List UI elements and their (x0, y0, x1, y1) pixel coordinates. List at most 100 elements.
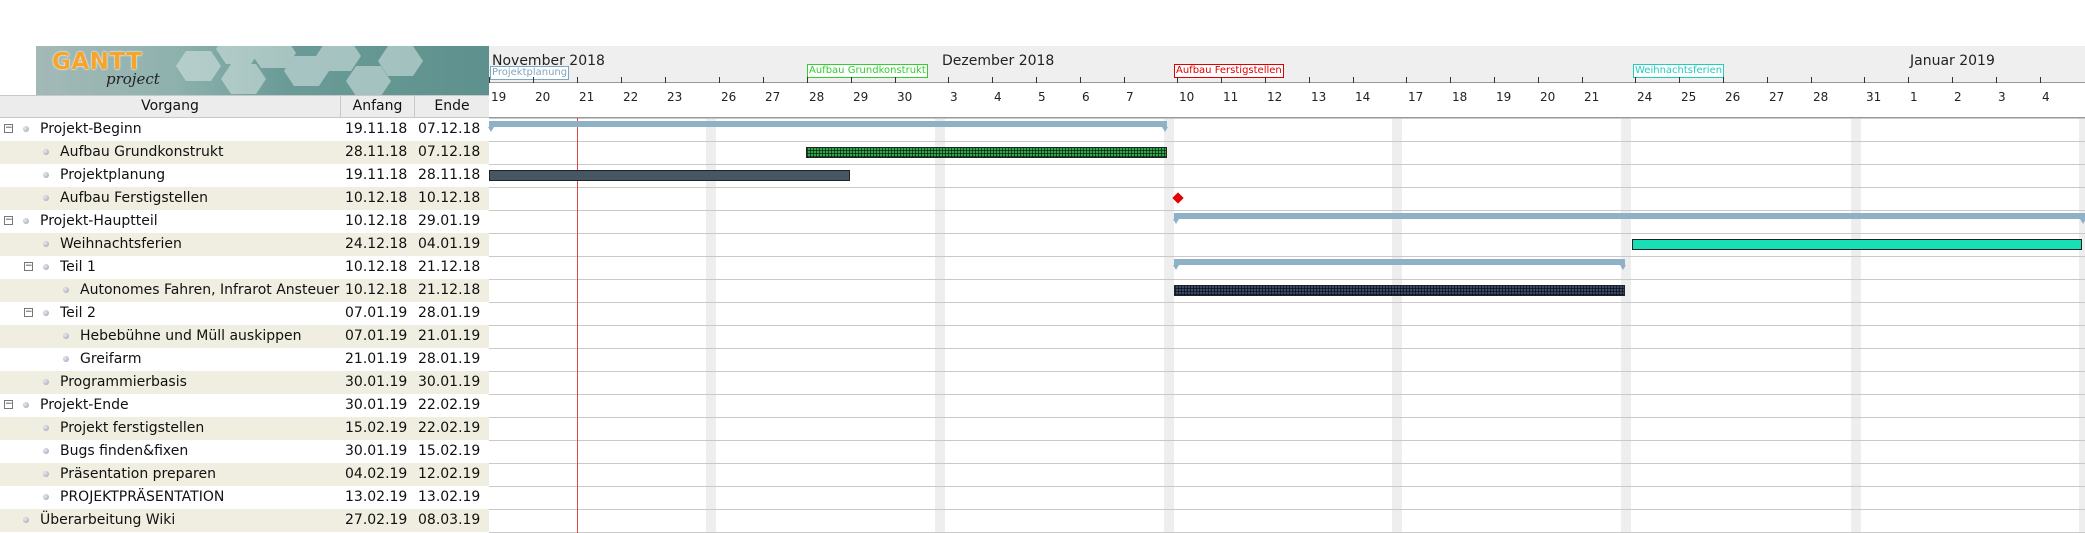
task-start[interactable]: 30.01.19 (345, 440, 407, 463)
task-start[interactable]: 10.12.18 (345, 187, 407, 210)
task-name[interactable]: Teil 2 (60, 302, 340, 325)
task-name[interactable]: Projekt-Hauptteil (40, 210, 340, 233)
milestone-diamond-icon[interactable] (1172, 192, 1184, 204)
task-bullet-icon (23, 517, 29, 523)
day-tick (763, 77, 764, 83)
task-start[interactable]: 30.01.19 (345, 394, 407, 417)
task-name[interactable]: Greifarm (80, 348, 340, 371)
flag-aufbau-grundkonstrukt[interactable]: Aufbau Grundkonstrukt (807, 64, 928, 78)
task-row[interactable]: PROJEKTPRÄSENTATION 13.02.19 13.02.19 (0, 486, 489, 509)
task-start[interactable]: 10.12.18 (345, 256, 407, 279)
task-end[interactable]: 29.01.19 (418, 210, 480, 233)
task-end[interactable]: 21.01.19 (418, 325, 480, 348)
task-start[interactable]: 04.02.19 (345, 463, 407, 486)
task-bar-weihnachtsferien[interactable] (1632, 239, 2082, 250)
collapse-toggle-icon[interactable]: − (24, 308, 33, 317)
task-row[interactable]: Programmierbasis 30.01.19 30.01.19 (0, 371, 489, 394)
task-row[interactable]: Greifarm 21.01.19 28.01.19 (0, 348, 489, 371)
gantt-chart-area[interactable] (488, 118, 2085, 533)
task-start[interactable]: 24.12.18 (345, 233, 407, 256)
task-row[interactable]: Projektplanung 19.11.18 28.11.18 (0, 164, 489, 187)
task-name[interactable]: Präsentation preparen (60, 463, 340, 486)
task-bullet-icon (43, 195, 49, 201)
task-start[interactable]: 15.02.19 (345, 417, 407, 440)
task-end[interactable]: 15.02.19 (418, 440, 480, 463)
task-bar-aufbau-grundkonstrukt[interactable] (806, 147, 1167, 158)
task-row[interactable]: Autonomes Fahren, Infrarot Ansteuern 10.1… (0, 279, 489, 302)
task-start[interactable]: 10.12.18 (345, 279, 407, 302)
task-row[interactable]: − Projekt-Ende 30.01.19 22.02.19 (0, 394, 489, 417)
task-name[interactable]: Projekt ferstigstellen (60, 417, 340, 440)
day-label: 6 (1082, 90, 1090, 104)
task-start[interactable]: 07.01.19 (345, 325, 407, 348)
collapse-toggle-icon[interactable]: − (24, 262, 33, 271)
task-end[interactable]: 13.02.19 (418, 486, 480, 509)
task-end[interactable]: 21.12.18 (418, 256, 480, 279)
task-start[interactable]: 07.01.19 (345, 302, 407, 325)
summary-bar-projekt-beginn[interactable] (488, 121, 1168, 132)
task-row[interactable]: Bugs finden&fixen 30.01.19 15.02.19 (0, 440, 489, 463)
task-row[interactable]: − Teil 1 10.12.18 21.12.18 (0, 256, 489, 279)
task-name[interactable]: Hebebühne und Müll auskippen (80, 325, 340, 348)
task-name[interactable]: Aufbau Ferstigstellen (60, 187, 340, 210)
task-start[interactable]: 27.02.19 (345, 509, 407, 532)
collapse-toggle-icon[interactable]: − (4, 400, 13, 409)
task-name[interactable]: Überarbeitung Wiki (40, 509, 340, 532)
task-bullet-icon (23, 402, 29, 408)
task-start[interactable]: 28.11.18 (345, 141, 407, 164)
task-end[interactable]: 07.12.18 (418, 118, 480, 141)
task-row[interactable]: − Projekt-Hauptteil 10.12.18 29.01.19 (0, 210, 489, 233)
task-bullet-icon (43, 471, 49, 477)
task-end[interactable]: 04.01.19 (418, 233, 480, 256)
task-name[interactable]: Projekt-Beginn (40, 118, 340, 141)
flag-aufbau-ferstigstellen[interactable]: Aufbau Ferstigstellen (1174, 64, 1284, 78)
task-row[interactable]: Weihnachtsferien 24.12.18 04.01.19 (0, 233, 489, 256)
summary-bar-teil-1[interactable] (1173, 259, 1626, 270)
task-name[interactable]: Aufbau Grundkonstrukt (60, 141, 340, 164)
task-name[interactable]: Programmierbasis (60, 371, 340, 394)
task-name[interactable]: Autonomes Fahren, Infrarot Ansteuern (80, 279, 340, 302)
task-end[interactable]: 10.12.18 (418, 187, 480, 210)
task-start[interactable]: 19.11.18 (345, 118, 407, 141)
column-header-vorgang[interactable]: Vorgang (0, 96, 341, 117)
task-name[interactable]: Projektplanung (60, 164, 340, 187)
task-end[interactable]: 28.01.19 (418, 302, 480, 325)
task-start[interactable]: 19.11.18 (345, 164, 407, 187)
task-row[interactable]: − Projekt-Beginn 19.11.18 07.12.18 (0, 118, 489, 141)
task-name[interactable]: Weihnachtsferien (60, 233, 340, 256)
task-row[interactable]: Überarbeitung Wiki 27.02.19 08.03.19 (0, 509, 489, 532)
task-bar-projektplanung[interactable] (489, 170, 850, 181)
task-end[interactable]: 22.02.19 (418, 394, 480, 417)
flag-weihnachtsferien[interactable]: Weihnachtsferien (1633, 64, 1725, 78)
task-end[interactable]: 08.03.19 (418, 509, 480, 532)
day-tick (533, 77, 534, 83)
task-end[interactable]: 12.02.19 (418, 463, 480, 486)
task-row[interactable]: − Teil 2 07.01.19 28.01.19 (0, 302, 489, 325)
task-end[interactable]: 07.12.18 (418, 141, 480, 164)
task-row[interactable]: Aufbau Ferstigstellen 10.12.18 10.12.18 (0, 187, 489, 210)
task-name[interactable]: Projekt-Ende (40, 394, 340, 417)
task-end[interactable]: 28.11.18 (418, 164, 480, 187)
task-end[interactable]: 21.12.18 (418, 279, 480, 302)
task-end[interactable]: 22.02.19 (418, 417, 480, 440)
collapse-toggle-icon[interactable]: − (4, 124, 13, 133)
task-row[interactable]: Projekt ferstigstellen 15.02.19 22.02.19 (0, 417, 489, 440)
task-row[interactable]: Aufbau Grundkonstrukt 28.11.18 07.12.18 (0, 141, 489, 164)
summary-bar-projekt-hauptteil[interactable] (1173, 213, 2085, 224)
task-bar-autonomes-fahren[interactable] (1174, 285, 1625, 296)
task-name[interactable]: Bugs finden&fixen (60, 440, 340, 463)
task-row[interactable]: Hebebühne und Müll auskippen 07.01.19 21.0… (0, 325, 489, 348)
task-end[interactable]: 28.01.19 (418, 348, 480, 371)
column-header-anfang[interactable]: Anfang (341, 96, 415, 117)
task-start[interactable]: 10.12.18 (345, 210, 407, 233)
task-end[interactable]: 30.01.19 (418, 371, 480, 394)
task-name[interactable]: PROJEKTPRÄSENTATION (60, 486, 340, 509)
task-name[interactable]: Teil 1 (60, 256, 340, 279)
task-start[interactable]: 13.02.19 (345, 486, 407, 509)
task-start[interactable]: 30.01.19 (345, 371, 407, 394)
task-row[interactable]: Präsentation preparen 04.02.19 12.02.19 (0, 463, 489, 486)
column-header-ende[interactable]: Ende (415, 96, 489, 117)
flag-projektplanung[interactable]: Projektplanung (490, 66, 570, 80)
task-start[interactable]: 21.01.19 (345, 348, 407, 371)
collapse-toggle-icon[interactable]: − (4, 216, 13, 225)
